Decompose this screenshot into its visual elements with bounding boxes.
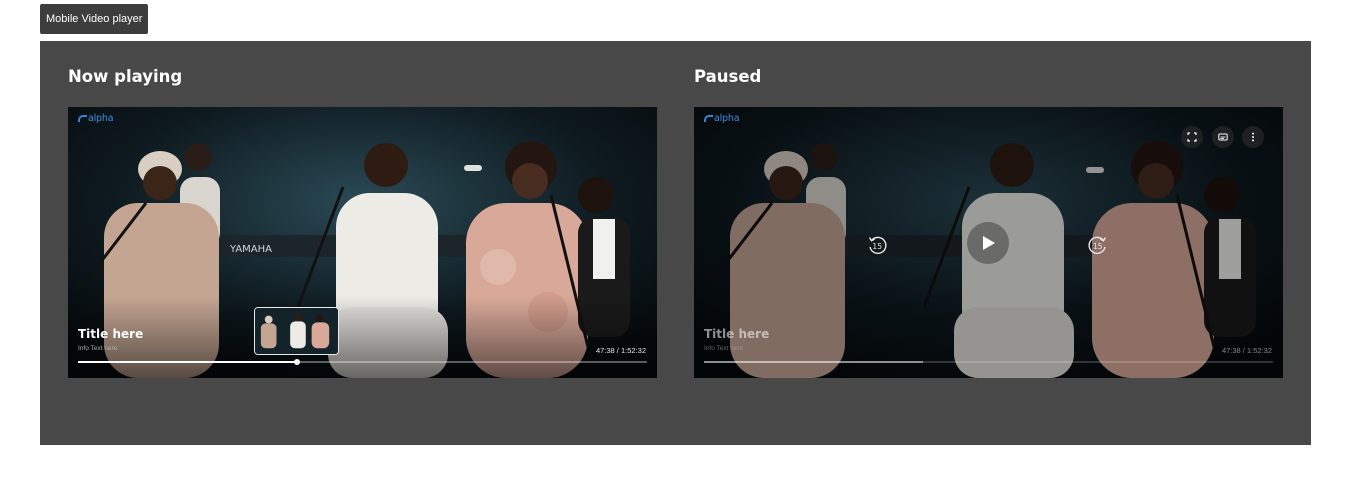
play-icon [983, 236, 995, 250]
progress-bar[interactable] [704, 361, 1273, 363]
channel-logo: alpha [78, 113, 114, 124]
captions-icon[interactable] [1212, 126, 1234, 148]
progress-fill [78, 361, 298, 363]
forward-15-icon[interactable]: 15 [1086, 232, 1110, 256]
video-info: Info Text here [78, 345, 118, 352]
rewind-15-icon[interactable]: 15 [865, 232, 889, 256]
player-showcase: Now playing YAMAHA [40, 41, 1311, 445]
channel-logo: alpha [704, 113, 740, 124]
play-button[interactable] [967, 222, 1009, 264]
video-timestamp: 47:38 / 1:52:32 [1221, 346, 1272, 355]
video-frame: YAMAHA [68, 107, 657, 378]
now-playing-heading: Now playing [68, 67, 183, 86]
frame-label[interactable]: Mobile Video player [40, 4, 149, 34]
paused-heading: Paused [694, 67, 762, 86]
progress-fill [704, 361, 924, 363]
video-timestamp: 47:38 / 1:52:32 [595, 346, 646, 355]
svg-text:15: 15 [872, 242, 882, 251]
video-info: Info Text here [704, 345, 744, 352]
svg-text:15: 15 [1093, 242, 1103, 251]
more-vertical-icon[interactable] [1242, 126, 1264, 148]
video-title: Title here [704, 327, 770, 341]
progress-bar[interactable] [78, 359, 647, 365]
video-player-playing[interactable]: YAMAHA a [68, 107, 657, 378]
video-title: Title here [78, 327, 144, 341]
seek-preview-thumbnail [254, 307, 339, 355]
video-player-paused[interactable]: alpha 15 15 Title here Info Text here 47… [694, 107, 1283, 378]
fullscreen-icon[interactable] [1181, 126, 1203, 148]
